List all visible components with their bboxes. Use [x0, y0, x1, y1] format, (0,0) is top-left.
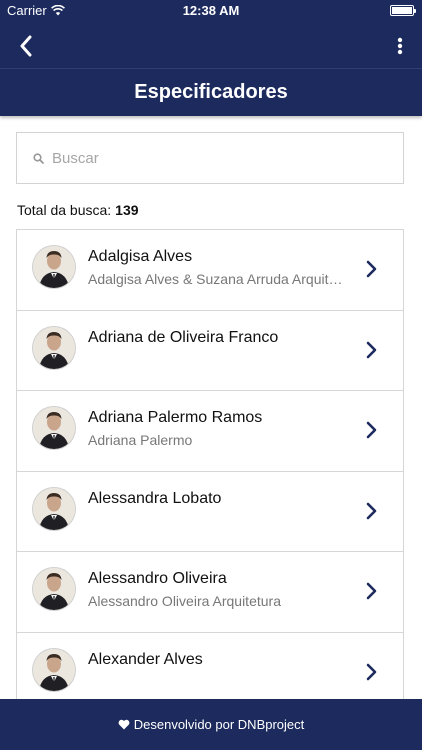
chevron-right-icon — [366, 582, 377, 600]
item-subtitle: Alessandro Oliveira Arquitetura — [88, 593, 281, 609]
list-item[interactable]: Alexander Alves — [17, 632, 403, 699]
page-title: Especificadores — [134, 81, 288, 103]
item-name: Adalgisa Alves — [88, 248, 193, 265]
total-label: Total da busca: — [17, 202, 112, 218]
avatar — [33, 326, 75, 369]
chevron-right-icon — [366, 421, 377, 439]
title-bar: Especificadores — [0, 68, 422, 116]
heart-icon — [118, 719, 130, 730]
more-menu-button[interactable] — [390, 33, 410, 59]
chevron-right-icon — [366, 341, 377, 358]
vertical-ellipsis-icon — [397, 37, 403, 55]
item-subtitle: Adriana Palermo — [88, 432, 193, 448]
battery-icon — [390, 5, 416, 16]
footer: Desenvolvido por DNBproject — [0, 699, 422, 750]
chevron-right-icon — [366, 502, 377, 519]
status-time: 12:38 AM — [182, 3, 240, 18]
list-item[interactable]: Adalgisa Alves Adalgisa Alves & Suzana A… — [17, 230, 403, 311]
nav-bar — [0, 22, 422, 68]
avatar — [33, 407, 75, 449]
search-input[interactable] — [52, 149, 382, 167]
item-name: Adriana Palermo Ramos — [88, 409, 263, 426]
chevron-right-icon — [366, 260, 377, 278]
avatar — [33, 246, 75, 288]
avatar — [33, 648, 75, 691]
total-count: 139 — [115, 202, 139, 218]
footer-text: Desenvolvido por DNBproject — [133, 717, 305, 732]
list-item[interactable]: Alessandra Lobato — [17, 471, 403, 552]
list-item[interactable]: Adriana de Oliveira Franco — [17, 310, 403, 391]
search-box[interactable] — [16, 132, 404, 184]
item-name: Alessandra Lobato — [88, 489, 222, 507]
avatar — [33, 568, 75, 610]
item-name: Adriana de Oliveira Franco — [88, 328, 279, 346]
back-button[interactable] — [12, 32, 40, 60]
chevron-left-icon — [20, 35, 32, 57]
item-name: Alessandro Oliveira — [88, 570, 227, 587]
list-item[interactable]: Alessandro Oliveira Alessandro Oliveira … — [17, 552, 403, 633]
item-subtitle: Adalgisa Alves & Suzana Arruda Arquitetu… — [88, 271, 350, 287]
specifier-list: Adalgisa Alves Adalgisa Alves & Suzana A… — [16, 229, 404, 699]
search-icon — [33, 152, 44, 164]
search-total: Total da busca: 139 — [17, 202, 139, 218]
item-name: Alexander Alves — [88, 650, 203, 668]
list-item[interactable]: Adriana Palermo Ramos Adriana Palermo — [17, 391, 403, 472]
chevron-right-icon — [366, 663, 377, 680]
status-bar: Carrier 12:38 AM — [0, 0, 422, 22]
avatar — [33, 487, 75, 530]
